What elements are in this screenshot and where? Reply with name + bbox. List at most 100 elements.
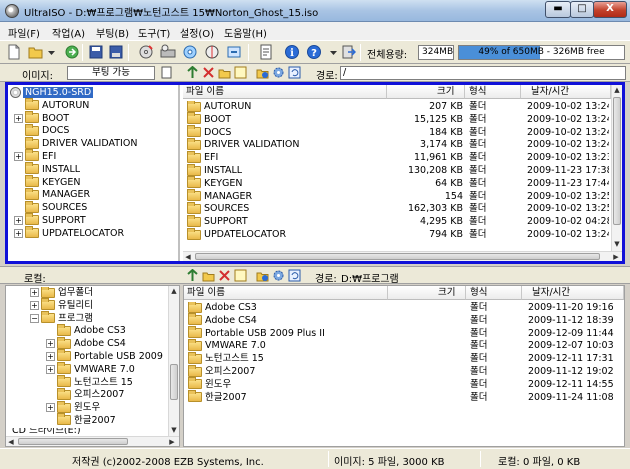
scroll-left-arrow[interactable]: ◀ (6, 437, 16, 447)
tree-node[interactable]: MANAGER (10, 187, 178, 202)
expand-plus-icon[interactable]: + (14, 113, 23, 123)
scroll-left-arrow[interactable]: ◀ (183, 252, 193, 262)
help-icon[interactable]: ? (306, 44, 322, 60)
tree-node[interactable]: + UPDATELOCATOR (10, 226, 178, 241)
column-header-name[interactable]: 파일 이름 (183, 85, 387, 99)
expand-plus-icon[interactable]: + (46, 403, 55, 413)
delete-icon[interactable] (218, 269, 231, 282)
title-bar[interactable]: UltraISO - D:₩프로그램₩노턴고스트 15₩Norton_Ghost… (0, 0, 630, 22)
menu-tools[interactable]: 도구(T) (138, 25, 170, 40)
app-disc-icon[interactable] (5, 4, 19, 18)
list-item[interactable]: DRIVER VALIDATION 3,174 KB 폴더 2009-10-02 13… (185, 137, 609, 152)
tree-node[interactable]: Adobe CS3 (8, 323, 166, 338)
expand-plus-icon[interactable]: + (30, 300, 39, 310)
hide-icon[interactable] (256, 269, 269, 282)
list-item[interactable]: MANAGER 154 폴더 2009-10-02 13:25 (185, 189, 609, 204)
minimize-button[interactable]: ▬ (545, 1, 571, 18)
tree-node[interactable]: + BOOT (10, 111, 178, 126)
tree-node-partial[interactable]: CD 드라이브(E:) (8, 428, 166, 434)
list-item[interactable]: 오피스2007 폴더 2009-11-12 19:02 (186, 364, 614, 379)
column-header-type[interactable]: 형식 (465, 85, 521, 99)
close-button[interactable]: X (593, 1, 627, 18)
tree-node[interactable]: + 유틸리티 (8, 298, 166, 313)
tree-node[interactable]: 한글2007 (8, 413, 166, 428)
properties-icon[interactable] (160, 66, 173, 79)
scroll-down-arrow[interactable]: ▼ (169, 425, 179, 435)
tree-node[interactable]: + Adobe CS4 (8, 336, 166, 351)
extract-icon[interactable] (64, 44, 80, 60)
refresh-icon[interactable] (288, 269, 301, 282)
settings-icon[interactable] (272, 269, 285, 282)
list-item[interactable]: AUTORUN 207 KB 폴더 2009-10-02 13:24 (185, 101, 609, 114)
list-item[interactable]: BOOT 15,125 KB 폴더 2009-10-02 13:24 (185, 112, 609, 127)
tree-node[interactable]: AUTORUN (10, 98, 178, 113)
maximize-button[interactable]: □ (570, 1, 594, 18)
hide-icon[interactable] (256, 66, 269, 79)
info-icon[interactable]: i (284, 44, 300, 60)
tree-root-node[interactable]: NGH15.0-SRD (10, 87, 178, 100)
list-item[interactable]: SOURCES 162,303 KB 폴더 2009-10-02 13:25 (185, 201, 609, 216)
up-icon[interactable] (186, 269, 199, 282)
menu-help[interactable]: 도움말(H) (224, 25, 267, 40)
tree-node[interactable]: − 프로그램 (8, 311, 166, 326)
settings-icon[interactable] (272, 66, 285, 79)
scroll-right-arrow[interactable]: ▶ (611, 252, 621, 262)
tree-node[interactable]: + EFI (10, 149, 178, 164)
expand-plus-icon[interactable]: + (14, 228, 23, 238)
horizontal-scrollbar[interactable]: ◀ ▶ (6, 436, 179, 446)
list-item[interactable]: Portable USB 2009 Plus II 폴더 2009-12-09 11… (186, 326, 614, 341)
collapse-minus-icon[interactable]: − (30, 313, 39, 323)
column-header-date[interactable]: 날자/시간 (522, 286, 624, 300)
list-item[interactable]: SUPPORT 4,295 KB 폴더 2009-10-02 04:28 (185, 214, 609, 229)
tree-node[interactable]: INSTALL (10, 162, 178, 177)
tree-node[interactable]: 노턴고스트 15 (8, 375, 166, 390)
virtual-drive-icon[interactable] (182, 44, 198, 60)
list-item[interactable]: EFI 11,961 KB 폴더 2009-10-02 13:23 (185, 150, 609, 165)
list-item[interactable]: INSTALL 130,208 KB 폴더 2009-11-23 17:38 (185, 163, 609, 178)
list-item[interactable]: UPDATELOCATOR 794 KB 폴더 2009-10-02 13:24 (185, 227, 609, 242)
up-icon[interactable] (186, 66, 199, 79)
boot-status-field[interactable]: 부팅 가능 (67, 66, 155, 80)
horizontal-scrollbar[interactable]: ◀ ▶ (183, 251, 622, 261)
new-file-icon[interactable] (6, 44, 22, 60)
save-as-icon[interactable] (108, 44, 124, 60)
expand-plus-icon[interactable]: + (14, 151, 23, 161)
scroll-thumb[interactable] (170, 364, 178, 400)
list-item[interactable]: 한글2007 폴더 2009-11-24 11:08 (186, 390, 614, 405)
column-header-name[interactable]: 파일 이름 (184, 286, 388, 300)
capacity-size-combo[interactable]: 324MB (418, 45, 454, 60)
scroll-up-arrow[interactable]: ▲ (169, 286, 179, 296)
iso-folder-tree[interactable]: NGH15.0-SRD AUTORUN + BOOT DOCS DRIVER VALIDA… (8, 85, 180, 261)
list-item[interactable]: Adobe CS4 폴더 2009-11-12 18:39 (186, 313, 614, 328)
tree-node[interactable]: + 업무폴더 (8, 287, 166, 300)
scroll-down-arrow[interactable]: ▼ (612, 239, 622, 249)
list-item[interactable]: 윈도우 폴더 2009-12-11 14:55 (186, 377, 614, 392)
column-header-size[interactable]: 크기 (387, 85, 465, 99)
tree-node[interactable]: + SUPPORT (10, 213, 178, 228)
column-header-type[interactable]: 형식 (466, 286, 522, 300)
expand-plus-icon[interactable]: + (46, 364, 55, 374)
tree-node[interactable]: + 윈도우 (8, 400, 166, 415)
expand-plus-icon[interactable]: + (30, 288, 39, 297)
list-item[interactable]: 노턴고스트 15 폴더 2009-12-11 17:31 (186, 351, 614, 366)
new-folder-icon[interactable] (218, 66, 231, 79)
menu-bootable[interactable]: 부팅(B) (96, 25, 129, 40)
tree-node[interactable]: + VMWARE 7.0 (8, 362, 166, 377)
scroll-thumb[interactable] (195, 253, 600, 260)
scroll-up-arrow[interactable]: ▲ (612, 85, 622, 95)
exit-icon[interactable] (340, 44, 356, 60)
scroll-thumb[interactable] (613, 97, 621, 225)
refresh-icon[interactable] (288, 66, 301, 79)
tree-node[interactable]: 오피스2007 (8, 387, 166, 402)
compress-icon[interactable] (204, 44, 220, 60)
vertical-scrollbar[interactable]: ▲ ▼ (611, 85, 622, 251)
open-folder-icon[interactable] (28, 44, 44, 60)
new-folder-icon[interactable] (202, 269, 215, 282)
local-file-list[interactable]: 파일 이름 크기 형식 날자/시간 Adobe CS3 폴더 2009-11-20 … (183, 285, 625, 447)
tree-node[interactable]: + Portable USB 2009 P (8, 349, 166, 364)
save-icon[interactable] (88, 44, 104, 60)
delete-icon[interactable] (202, 66, 215, 79)
menu-file[interactable]: 파일(F) (8, 25, 40, 40)
expand-plus-icon[interactable]: + (46, 339, 55, 349)
local-path-field[interactable]: D:₩프로그램 (341, 270, 399, 285)
